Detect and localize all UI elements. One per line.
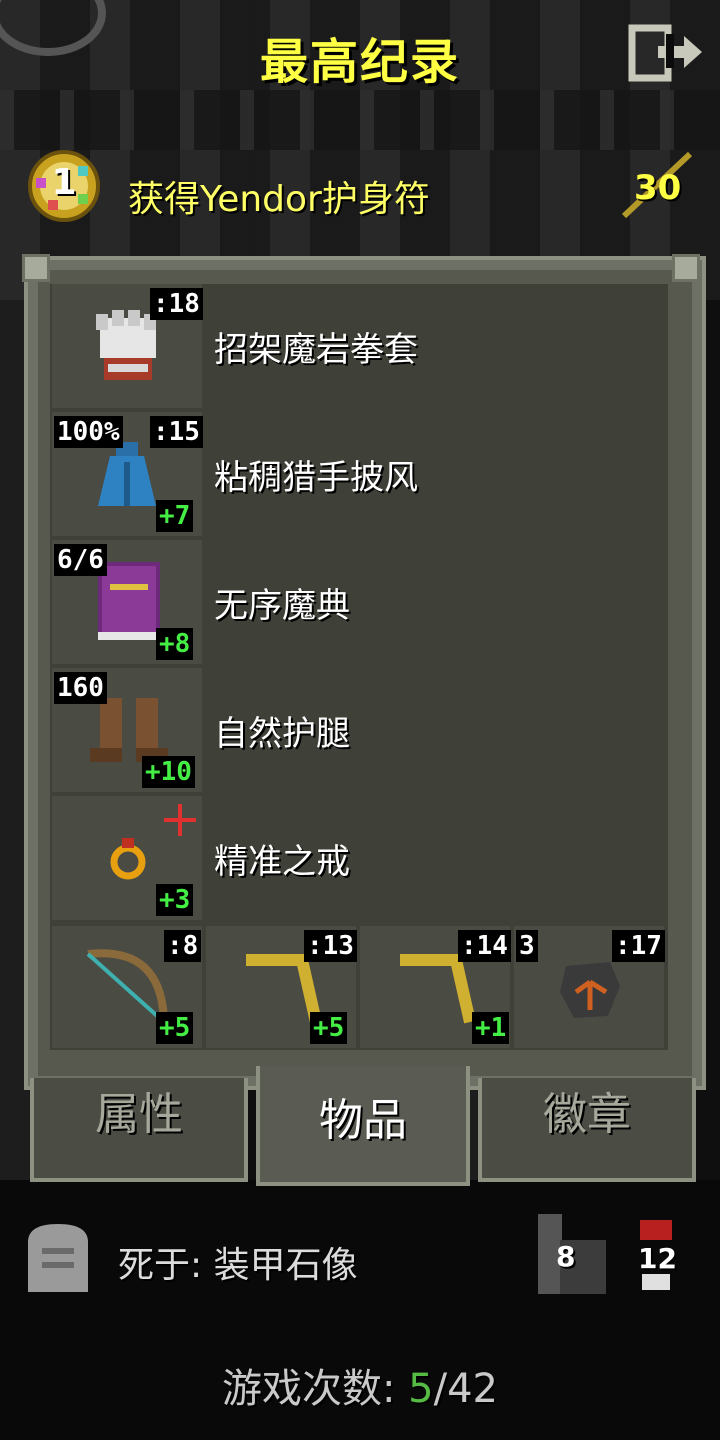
- item-name: 精准之戒: [214, 842, 350, 882]
- item-charge-badge: 100%: [54, 416, 123, 448]
- quickslot-item[interactable]: 3 :17: [514, 926, 665, 1048]
- quickslot-item[interactable]: :14 +1: [360, 926, 511, 1048]
- item-slot: :18: [52, 284, 203, 408]
- record-level-number: 30: [634, 168, 682, 208]
- item-quantity-badge: 3: [516, 930, 538, 962]
- tombstone-icon: [28, 1224, 88, 1292]
- item-level-badge: :17: [612, 930, 665, 962]
- item-slot: 100% :15 +7: [52, 412, 203, 536]
- tab-badges[interactable]: 徽章: [478, 1078, 696, 1182]
- background-arches: [0, 90, 720, 150]
- quickslot-row: :8 +5 :13 +5 :14 +1 3 :17: [52, 926, 668, 1048]
- item-charge-badge: 6/6: [54, 544, 107, 576]
- item-bonus-badge: +7: [156, 500, 194, 532]
- panel-corner-bolt: [672, 254, 700, 282]
- list-item[interactable]: +3 精准之戒: [52, 796, 668, 920]
- quickslot-item[interactable]: :8 +5: [52, 926, 202, 1048]
- item-bonus-badge: +8: [156, 628, 194, 660]
- item-level-badge: :13: [304, 930, 357, 962]
- item-name: 粘稠猎手披风: [214, 458, 418, 498]
- list-item[interactable]: :18 招架魔岩拳套: [52, 284, 668, 408]
- games-won: 5: [408, 1366, 434, 1412]
- tab-label: 徽章: [543, 1089, 631, 1140]
- item-bonus-badge: +5: [310, 1012, 348, 1044]
- item-level-badge: :15: [150, 416, 203, 448]
- quickslot-item[interactable]: :13 +5: [206, 926, 357, 1048]
- rank-number: 1: [51, 162, 77, 203]
- page-title: 最高纪录: [259, 34, 460, 90]
- item-bonus-badge: +3: [156, 884, 194, 916]
- ascension-indicator: 12: [632, 1218, 680, 1294]
- exit-button[interactable]: [628, 24, 704, 84]
- list-item[interactable]: 160 +10 自然护腿: [52, 668, 668, 792]
- record-level: 30: [620, 150, 700, 220]
- list-item[interactable]: 6/6 +8 无序魔典: [52, 540, 668, 664]
- item-bonus-badge: +1: [472, 1012, 510, 1044]
- panel-corner-bolt: [22, 254, 50, 282]
- item-bonus-badge: +5: [156, 1012, 194, 1044]
- list-item[interactable]: 100% :15 +7 粘稠猎手披风: [52, 412, 668, 536]
- games-separator: /: [433, 1366, 448, 1412]
- item-slot: 6/6 +8: [52, 540, 202, 664]
- tab-stats[interactable]: 属性: [30, 1078, 248, 1182]
- item-slot: +3: [52, 796, 202, 920]
- item-charge-badge: 160: [54, 672, 107, 704]
- item-level-badge: :18: [150, 288, 203, 320]
- ascension-number: 12: [638, 1242, 677, 1275]
- record-description: 获得Yendor护身符: [128, 179, 430, 220]
- depth-number: 8: [556, 1240, 576, 1273]
- item-level-badge: :14: [458, 930, 511, 962]
- item-slot: 160 +10: [52, 668, 202, 792]
- tab-label: 物品: [319, 1095, 407, 1146]
- item-name: 无序魔典: [214, 586, 350, 626]
- tab-label: 属性: [95, 1089, 183, 1140]
- games-total: 42: [447, 1366, 499, 1412]
- item-level-badge: :8: [164, 930, 202, 962]
- rank-medal[interactable]: 1: [26, 148, 102, 224]
- item-name: 自然护腿: [214, 714, 350, 754]
- item-name: 招架魔岩拳套: [214, 330, 418, 370]
- death-cause: 死于: 装甲石像: [118, 1245, 358, 1286]
- tab-items[interactable]: 物品: [256, 1066, 470, 1186]
- games-played: 游戏次数: 5/42: [0, 1356, 720, 1414]
- item-bonus-badge: +10: [142, 756, 195, 788]
- games-label: 游戏次数:: [221, 1366, 409, 1412]
- depth-indicator: 8: [536, 1212, 608, 1296]
- tombstone: [24, 1222, 92, 1292]
- exit-icon: [628, 24, 702, 82]
